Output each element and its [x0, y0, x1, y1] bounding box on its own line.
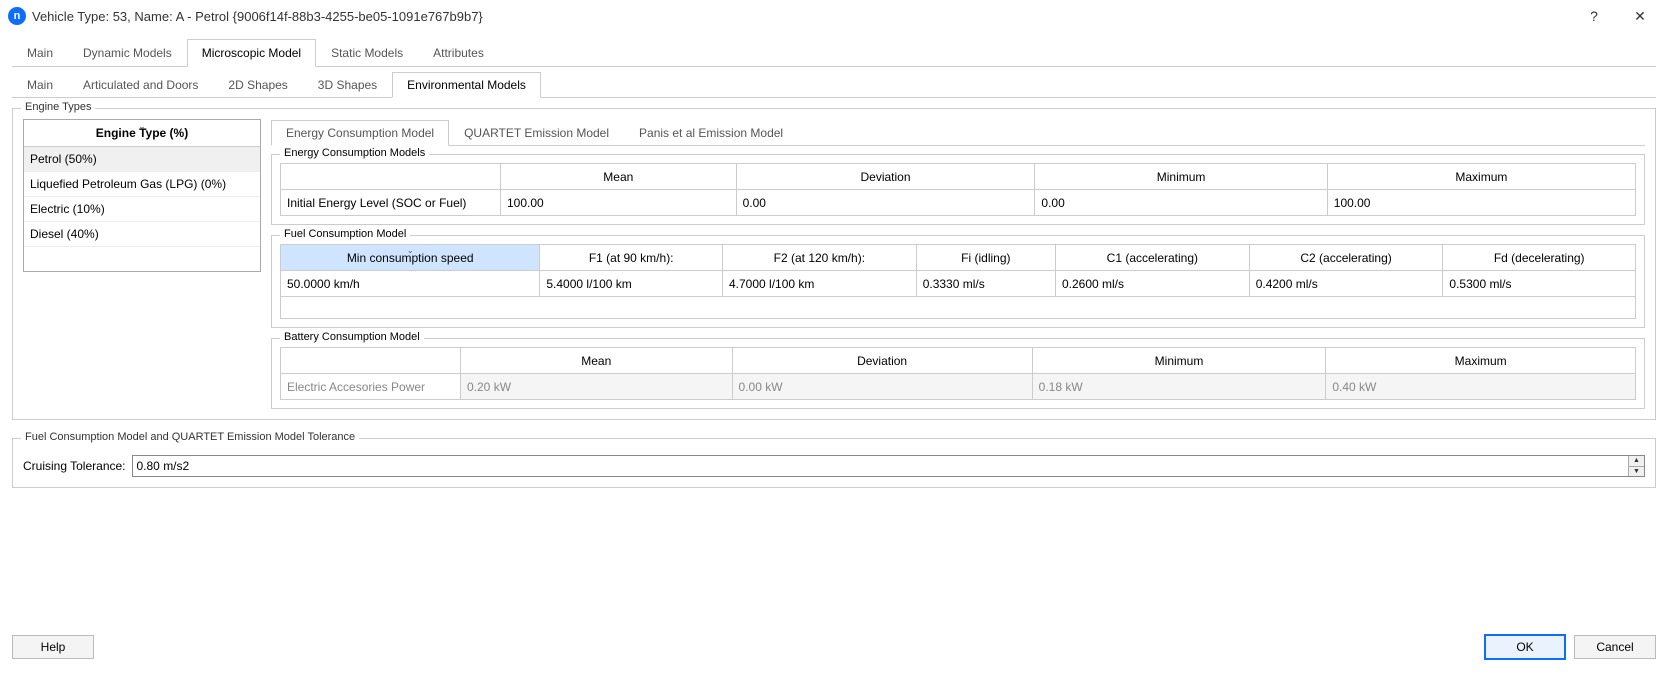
- col-min-consumption-speed[interactable]: ⌄ Min consumption speed: [281, 245, 540, 271]
- cell-c1[interactable]: 0.2600 ml/s: [1055, 271, 1249, 297]
- energy-consumption-models-label: Energy Consumption Models: [280, 147, 429, 159]
- col-c1[interactable]: C1 (accelerating): [1055, 245, 1249, 271]
- tab-static-models[interactable]: Static Models: [316, 39, 418, 67]
- cell-f2[interactable]: 4.7000 l/100 km: [722, 271, 916, 297]
- cell-min[interactable]: 0.00: [1035, 190, 1327, 216]
- cell-f1[interactable]: 5.4000 l/100 km: [540, 271, 723, 297]
- innertab-energy-consumption[interactable]: Energy Consumption Model: [271, 120, 449, 146]
- col-deviation[interactable]: Deviation: [732, 348, 1032, 374]
- subtab-3d-shapes[interactable]: 3D Shapes: [303, 72, 392, 98]
- engine-row-lpg[interactable]: Liquefied Petroleum Gas (LPG) (0%): [24, 172, 260, 197]
- help-button[interactable]: Help: [12, 635, 94, 659]
- engine-types-group: Engine Types ⌄ Engine Type (%) Petrol (5…: [12, 108, 1656, 420]
- col-maximum[interactable]: Maximum: [1327, 164, 1635, 190]
- tolerance-group-label: Fuel Consumption Model and QUARTET Emiss…: [21, 431, 359, 443]
- spinner-down-icon[interactable]: ▼: [1629, 467, 1644, 477]
- app-icon: n: [8, 7, 26, 25]
- engine-row-diesel[interactable]: Diesel (40%): [24, 222, 260, 247]
- row-fuel-values[interactable]: 50.0000 km/h 5.4000 l/100 km 4.7000 l/10…: [281, 271, 1636, 297]
- battery-consumption-table[interactable]: Mean Deviation Minimum Maximum Electric …: [280, 347, 1636, 400]
- row-electric-accessories-power: Electric Accesories Power 0.20 kW 0.00 k…: [281, 374, 1636, 400]
- engine-row-electric[interactable]: Electric (10%): [24, 197, 260, 222]
- inner-tabs: Energy Consumption Model QUARTET Emissio…: [271, 119, 1645, 146]
- sort-chevron-icon: ⌄: [139, 122, 146, 131]
- cruising-tolerance-label: Cruising Tolerance:: [23, 459, 126, 473]
- fuel-consumption-table[interactable]: ⌄ Min consumption speed F1 (at 90 km/h):…: [280, 244, 1636, 319]
- col-fi[interactable]: Fi (idling): [916, 245, 1055, 271]
- tab-dynamic-models[interactable]: Dynamic Models: [68, 39, 187, 67]
- spinner-up-icon[interactable]: ▲: [1629, 456, 1644, 467]
- battery-consumption-label: Battery Consumption Model: [280, 331, 424, 343]
- cell-fi[interactable]: 0.3330 ml/s: [916, 271, 1055, 297]
- subtab-main[interactable]: Main: [12, 72, 68, 98]
- engine-row-petrol[interactable]: Petrol (50%): [24, 147, 260, 172]
- cell-max[interactable]: 100.00: [1327, 190, 1635, 216]
- cancel-button[interactable]: Cancel: [1574, 635, 1656, 659]
- cell-mean[interactable]: 100.00: [501, 190, 737, 216]
- energy-consumption-table[interactable]: Mean Deviation Minimum Maximum Initial E…: [280, 163, 1636, 216]
- battery-consumption-group: Battery Consumption Model Mean Deviation…: [271, 338, 1645, 409]
- innertab-quartet-emission[interactable]: QUARTET Emission Model: [449, 120, 624, 146]
- tabs-top: Main Dynamic Models Microscopic Model St…: [12, 38, 1656, 67]
- tabs-sub: Main Articulated and Doors 2D Shapes 3D …: [12, 71, 1656, 98]
- engine-row-blank: [24, 247, 260, 271]
- col-minimum[interactable]: Minimum: [1035, 164, 1327, 190]
- col-f2[interactable]: F2 (at 120 km/h):: [722, 245, 916, 271]
- window-title: Vehicle Type: 53, Name: A - Petrol {9006…: [32, 9, 483, 24]
- close-icon[interactable]: ✕: [1620, 2, 1660, 30]
- tab-microscopic-model[interactable]: Microscopic Model: [187, 39, 316, 67]
- tab-attributes[interactable]: Attributes: [418, 39, 499, 67]
- titlebar: n Vehicle Type: 53, Name: A - Petrol {90…: [0, 0, 1668, 32]
- energy-consumption-models-group: Energy Consumption Models Mean Deviation…: [271, 154, 1645, 225]
- rowlabel-elec-acc-power: Electric Accesories Power: [281, 374, 461, 400]
- ok-button[interactable]: OK: [1484, 634, 1566, 660]
- fuel-consumption-label: Fuel Consumption Model: [280, 228, 410, 240]
- col-deviation[interactable]: Deviation: [736, 164, 1035, 190]
- col-mean[interactable]: Mean: [501, 164, 737, 190]
- engine-details: Energy Consumption Model QUARTET Emissio…: [271, 119, 1645, 409]
- cell-min: 0.18 kW: [1032, 374, 1326, 400]
- innertab-panis-emission[interactable]: Panis et al Emission Model: [624, 120, 798, 146]
- engine-type-header[interactable]: ⌄ Engine Type (%): [24, 120, 260, 147]
- col-minimum[interactable]: Minimum: [1032, 348, 1326, 374]
- cruising-tolerance-spinner[interactable]: ▲ ▼: [132, 455, 1646, 477]
- col-mean[interactable]: Mean: [461, 348, 733, 374]
- dialog-content: Main Dynamic Models Microscopic Model St…: [0, 32, 1668, 494]
- cell-minspeed[interactable]: 50.0000 km/h: [281, 271, 540, 297]
- row-initial-energy-level[interactable]: Initial Energy Level (SOC or Fuel) 100.0…: [281, 190, 1636, 216]
- cell-fd[interactable]: 0.5300 ml/s: [1443, 271, 1636, 297]
- dialog-footer: Help OK Cancel: [0, 624, 1668, 674]
- cell-c2[interactable]: 0.4200 ml/s: [1249, 271, 1443, 297]
- row-fuel-blank: [281, 297, 1636, 319]
- tab-main[interactable]: Main: [12, 39, 68, 67]
- col-fd[interactable]: Fd (decelerating): [1443, 245, 1636, 271]
- subtab-2d-shapes[interactable]: 2D Shapes: [213, 72, 302, 98]
- tolerance-group: Fuel Consumption Model and QUARTET Emiss…: [12, 438, 1656, 488]
- col-maximum[interactable]: Maximum: [1326, 348, 1636, 374]
- col-c2[interactable]: C2 (accelerating): [1249, 245, 1443, 271]
- rowlabel-initial-energy: Initial Energy Level (SOC or Fuel): [281, 190, 501, 216]
- engine-type-list[interactable]: ⌄ Engine Type (%) Petrol (50%) Liquefied…: [23, 119, 261, 272]
- help-icon[interactable]: ?: [1574, 2, 1614, 30]
- cell-mean: 0.20 kW: [461, 374, 733, 400]
- col-f1[interactable]: F1 (at 90 km/h):: [540, 245, 723, 271]
- cruising-tolerance-input[interactable]: [133, 456, 1629, 476]
- subtab-environmental-models[interactable]: Environmental Models: [392, 72, 541, 98]
- cell-dev[interactable]: 0.00: [736, 190, 1035, 216]
- subtab-articulated[interactable]: Articulated and Doors: [68, 72, 213, 98]
- cell-max: 0.40 kW: [1326, 374, 1636, 400]
- fuel-consumption-group: Fuel Consumption Model ⌄ Min consumption…: [271, 235, 1645, 328]
- cell-dev: 0.00 kW: [732, 374, 1032, 400]
- sort-chevron-icon: ⌄: [407, 246, 414, 255]
- engine-types-label: Engine Types: [21, 101, 95, 113]
